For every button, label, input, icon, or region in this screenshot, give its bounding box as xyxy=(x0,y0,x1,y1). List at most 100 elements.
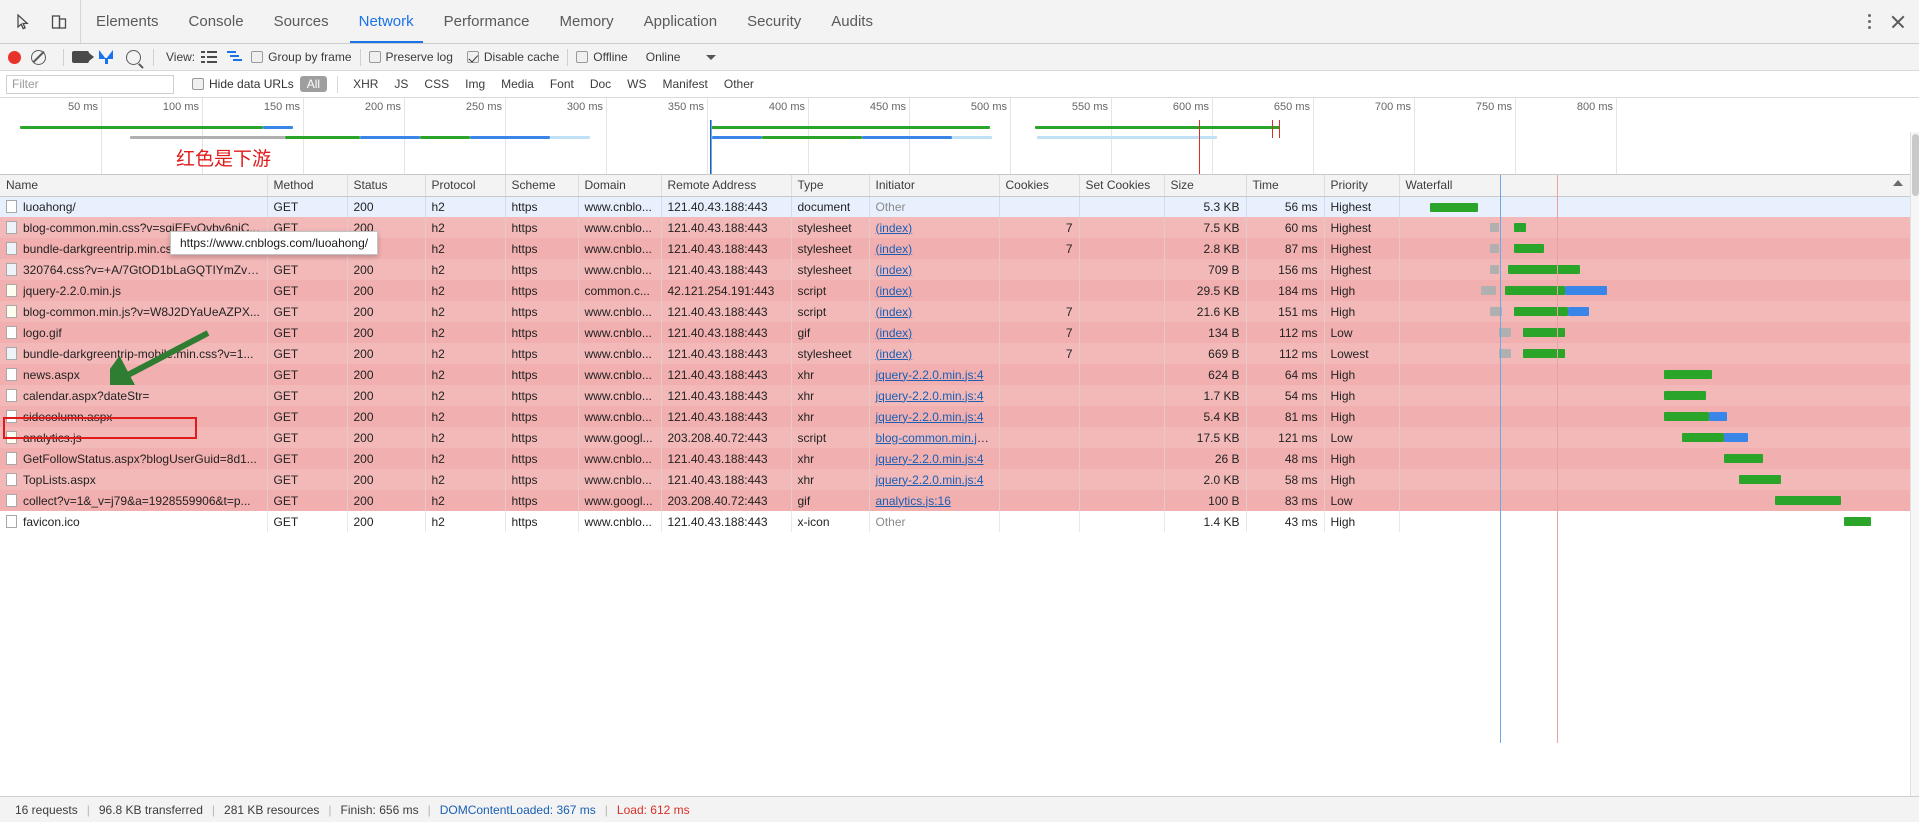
cell-initiator[interactable]: jquery-2.2.0.min.js:4 xyxy=(869,469,1000,490)
cell-name[interactable]: analytics.js xyxy=(0,427,268,448)
inspect-element-icon[interactable] xyxy=(10,9,36,35)
filter-type-img[interactable]: Img xyxy=(458,76,492,92)
hide-data-urls-checkbox[interactable]: Hide data URLs xyxy=(192,77,294,91)
column-header-size[interactable]: Size xyxy=(1164,175,1247,197)
table-row[interactable]: sidecolumn.aspx GET 200 h2 https www.cnblo...… xyxy=(0,406,1912,427)
table-row[interactable]: 320764.css?v=+A/7GtOD1bLaGQTIYmZv1... GET… xyxy=(0,259,1912,280)
initiator-link[interactable]: (index) xyxy=(876,263,913,277)
column-header-initiator[interactable]: Initiator xyxy=(869,175,1000,197)
initiator-link[interactable]: (index) xyxy=(876,305,913,319)
cell-initiator[interactable]: jquery-2.2.0.min.js:4 xyxy=(869,364,1000,385)
tab-security[interactable]: Security xyxy=(732,0,816,43)
table-row[interactable]: calendar.aspx?dateStr= GET 200 h2 https www.c… xyxy=(0,385,1912,406)
record-button[interactable] xyxy=(8,50,21,64)
column-header-remote-address[interactable]: Remote Address xyxy=(661,175,792,197)
scrollbar-thumb[interactable] xyxy=(1912,134,1919,196)
table-row[interactable]: jquery-2.2.0.min.js GET 200 h2 https common.c… xyxy=(0,280,1912,301)
table-row[interactable]: bundle-darkgreentrip-mobile.min.css?v=1.… xyxy=(0,343,1912,364)
clear-icon[interactable] xyxy=(31,49,46,65)
cell-name[interactable]: jquery-2.2.0.min.js xyxy=(0,280,268,301)
tab-network[interactable]: Network xyxy=(344,0,429,43)
filter-type-css[interactable]: CSS xyxy=(417,76,456,92)
cell-initiator[interactable]: jquery-2.2.0.min.js:4 xyxy=(869,448,1000,469)
cell-initiator[interactable]: jquery-2.2.0.min.js:4 xyxy=(869,385,1000,406)
filter-type-js[interactable]: JS xyxy=(387,76,415,92)
cell-name[interactable]: 320764.css?v=+A/7GtOD1bLaGQTIYmZv1... xyxy=(0,259,268,280)
table-row[interactable]: collect?v=1&_v=j79&a=1928559906&t=p... GE… xyxy=(0,490,1912,511)
tab-sources[interactable]: Sources xyxy=(259,0,344,43)
initiator-link[interactable]: (index) xyxy=(876,284,913,298)
column-header-scheme[interactable]: Scheme xyxy=(505,175,579,197)
initiator-link[interactable]: jquery-2.2.0.min.js:4 xyxy=(876,389,984,403)
cell-name[interactable]: collect?v=1&_v=j79&a=1928559906&t=p... xyxy=(0,490,268,511)
filter-type-doc[interactable]: Doc xyxy=(583,76,618,92)
tab-audits[interactable]: Audits xyxy=(816,0,888,43)
tab-elements[interactable]: Elements xyxy=(81,0,174,43)
tab-performance[interactable]: Performance xyxy=(429,0,545,43)
initiator-link[interactable]: blog-common.min.js... xyxy=(876,431,993,445)
throttling-select[interactable]: Online xyxy=(636,50,717,64)
initiator-link[interactable]: jquery-2.2.0.min.js:4 xyxy=(876,410,984,424)
filter-type-ws[interactable]: WS xyxy=(620,76,653,92)
initiator-link[interactable]: jquery-2.2.0.min.js:4 xyxy=(876,452,984,466)
more-options-icon[interactable] xyxy=(1864,10,1875,33)
column-header-waterfall[interactable]: Waterfall xyxy=(1399,175,1912,197)
column-header-status[interactable]: Status xyxy=(347,175,426,197)
cell-initiator[interactable]: jquery-2.2.0.min.js:4 xyxy=(869,406,1000,427)
column-header-priority[interactable]: Priority xyxy=(1324,175,1400,197)
table-row[interactable]: analytics.js GET 200 h2 https www.googl... 203… xyxy=(0,427,1912,448)
initiator-link[interactable]: analytics.js:16 xyxy=(876,494,951,508)
cell-initiator[interactable]: analytics.js:16 xyxy=(869,490,1000,511)
filter-type-all[interactable]: All xyxy=(299,76,328,92)
cell-name[interactable]: calendar.aspx?dateStr= xyxy=(0,385,268,406)
filter-input[interactable] xyxy=(6,74,174,94)
offline-checkbox[interactable]: Offline xyxy=(576,50,628,64)
column-header-set-cookies[interactable]: Set Cookies xyxy=(1079,175,1165,197)
initiator-link[interactable]: (index) xyxy=(876,326,913,340)
column-header-cookies[interactable]: Cookies xyxy=(999,175,1080,197)
initiator-link[interactable]: (index) xyxy=(876,221,913,235)
filter-type-font[interactable]: Font xyxy=(543,76,581,92)
initiator-link[interactable]: jquery-2.2.0.min.js:4 xyxy=(876,473,984,487)
column-header-time[interactable]: Time xyxy=(1246,175,1325,197)
column-header-method[interactable]: Method xyxy=(267,175,348,197)
filter-type-xhr[interactable]: XHR xyxy=(346,76,385,92)
table-row[interactable]: GetFollowStatus.aspx?blogUserGuid=8d1...… xyxy=(0,448,1912,469)
cell-initiator[interactable]: (index) xyxy=(869,322,1000,343)
cell-name[interactable]: luoahong/ xyxy=(0,196,268,217)
cell-initiator[interactable]: (index) xyxy=(869,217,1000,238)
cell-initiator[interactable]: (index) xyxy=(869,301,1000,322)
cell-name[interactable]: sidecolumn.aspx xyxy=(0,406,268,427)
cell-initiator[interactable]: (index) xyxy=(869,280,1000,301)
cell-initiator[interactable]: (index) xyxy=(869,343,1000,364)
tab-application[interactable]: Application xyxy=(629,0,732,43)
table-row[interactable]: logo.gif GET 200 h2 https www.cnblo... 121.40.… xyxy=(0,322,1912,343)
tab-console[interactable]: Console xyxy=(174,0,259,43)
filter-type-media[interactable]: Media xyxy=(494,76,541,92)
column-header-domain[interactable]: Domain xyxy=(578,175,662,197)
column-header-type[interactable]: Type xyxy=(791,175,870,197)
cell-initiator[interactable]: blog-common.min.js... xyxy=(869,427,1000,448)
device-toolbar-icon[interactable] xyxy=(46,9,72,35)
column-header-protocol[interactable]: Protocol xyxy=(425,175,506,197)
table-row[interactable]: favicon.ico GET 200 h2 https www.cnblo... 121.… xyxy=(0,511,1912,532)
filter-type-other[interactable]: Other xyxy=(717,76,761,92)
cell-initiator[interactable]: (index) xyxy=(869,238,1000,259)
waterfall-view-icon[interactable] xyxy=(227,51,243,63)
column-header-name[interactable]: Name xyxy=(0,175,268,197)
close-icon[interactable] xyxy=(1889,13,1907,31)
initiator-link[interactable]: jquery-2.2.0.min.js:4 xyxy=(876,368,984,382)
grid-vertical-scrollbar[interactable] xyxy=(1910,132,1919,796)
initiator-link[interactable]: (index) xyxy=(876,242,913,256)
filter-type-manifest[interactable]: Manifest xyxy=(656,76,715,92)
table-row[interactable]: news.aspx GET 200 h2 https www.cnblo... 121.40… xyxy=(0,364,1912,385)
cell-initiator[interactable]: (index) xyxy=(869,259,1000,280)
table-row[interactable]: TopLists.aspx GET 200 h2 https www.cnblo... 12… xyxy=(0,469,1912,490)
table-row[interactable]: blog-common.min.js?v=W8J2DYaUeAZPX... GET… xyxy=(0,301,1912,322)
cell-name[interactable]: TopLists.aspx xyxy=(0,469,268,490)
list-view-icon[interactable] xyxy=(201,51,218,63)
camera-icon[interactable] xyxy=(72,51,94,63)
initiator-link[interactable]: (index) xyxy=(876,347,913,361)
cell-name[interactable]: GetFollowStatus.aspx?blogUserGuid=8d1... xyxy=(0,448,268,469)
table-row[interactable]: luoahong/GET 200 h2 https www.cnblo... 121.40… xyxy=(0,196,1912,217)
